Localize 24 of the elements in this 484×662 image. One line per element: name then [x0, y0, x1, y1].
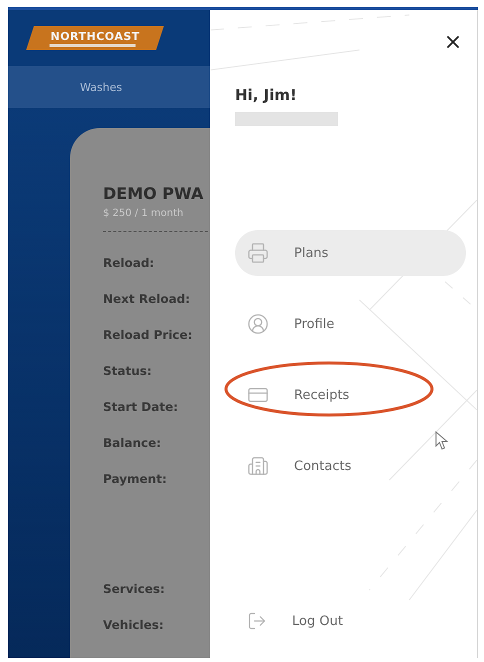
printer-icon [247, 242, 269, 264]
field-label: Reload: [103, 256, 154, 270]
field-label: Next Reload: [103, 292, 190, 306]
menu-item[interactable]: Profile [235, 301, 466, 347]
field-label: Vehicles: [103, 618, 164, 632]
logout-icon [247, 611, 267, 631]
field-label: Start Date: [103, 400, 178, 414]
menu-item[interactable]: Plans [235, 230, 466, 276]
menu-item[interactable]: Receipts [235, 372, 466, 418]
plan-title: DEMO PWA [103, 184, 204, 203]
user-icon [247, 313, 269, 335]
greeting: Hi, Jim! [235, 86, 298, 104]
field-label: Services: [103, 582, 165, 596]
building-icon [247, 455, 269, 477]
field-label: Reload Price: [103, 328, 192, 342]
logout-button[interactable]: Log Out [235, 598, 466, 644]
field-label: Payment: [103, 472, 167, 486]
menu-item[interactable]: Contacts [235, 443, 466, 489]
field-label: Balance: [103, 436, 162, 450]
plan-price: $ 250 / 1 month [103, 208, 184, 219]
nav-tab[interactable]: Washes [80, 80, 122, 94]
field-label: Status: [103, 364, 152, 378]
cursor-icon [435, 431, 449, 451]
logo: NORTHCOAST [26, 26, 164, 50]
